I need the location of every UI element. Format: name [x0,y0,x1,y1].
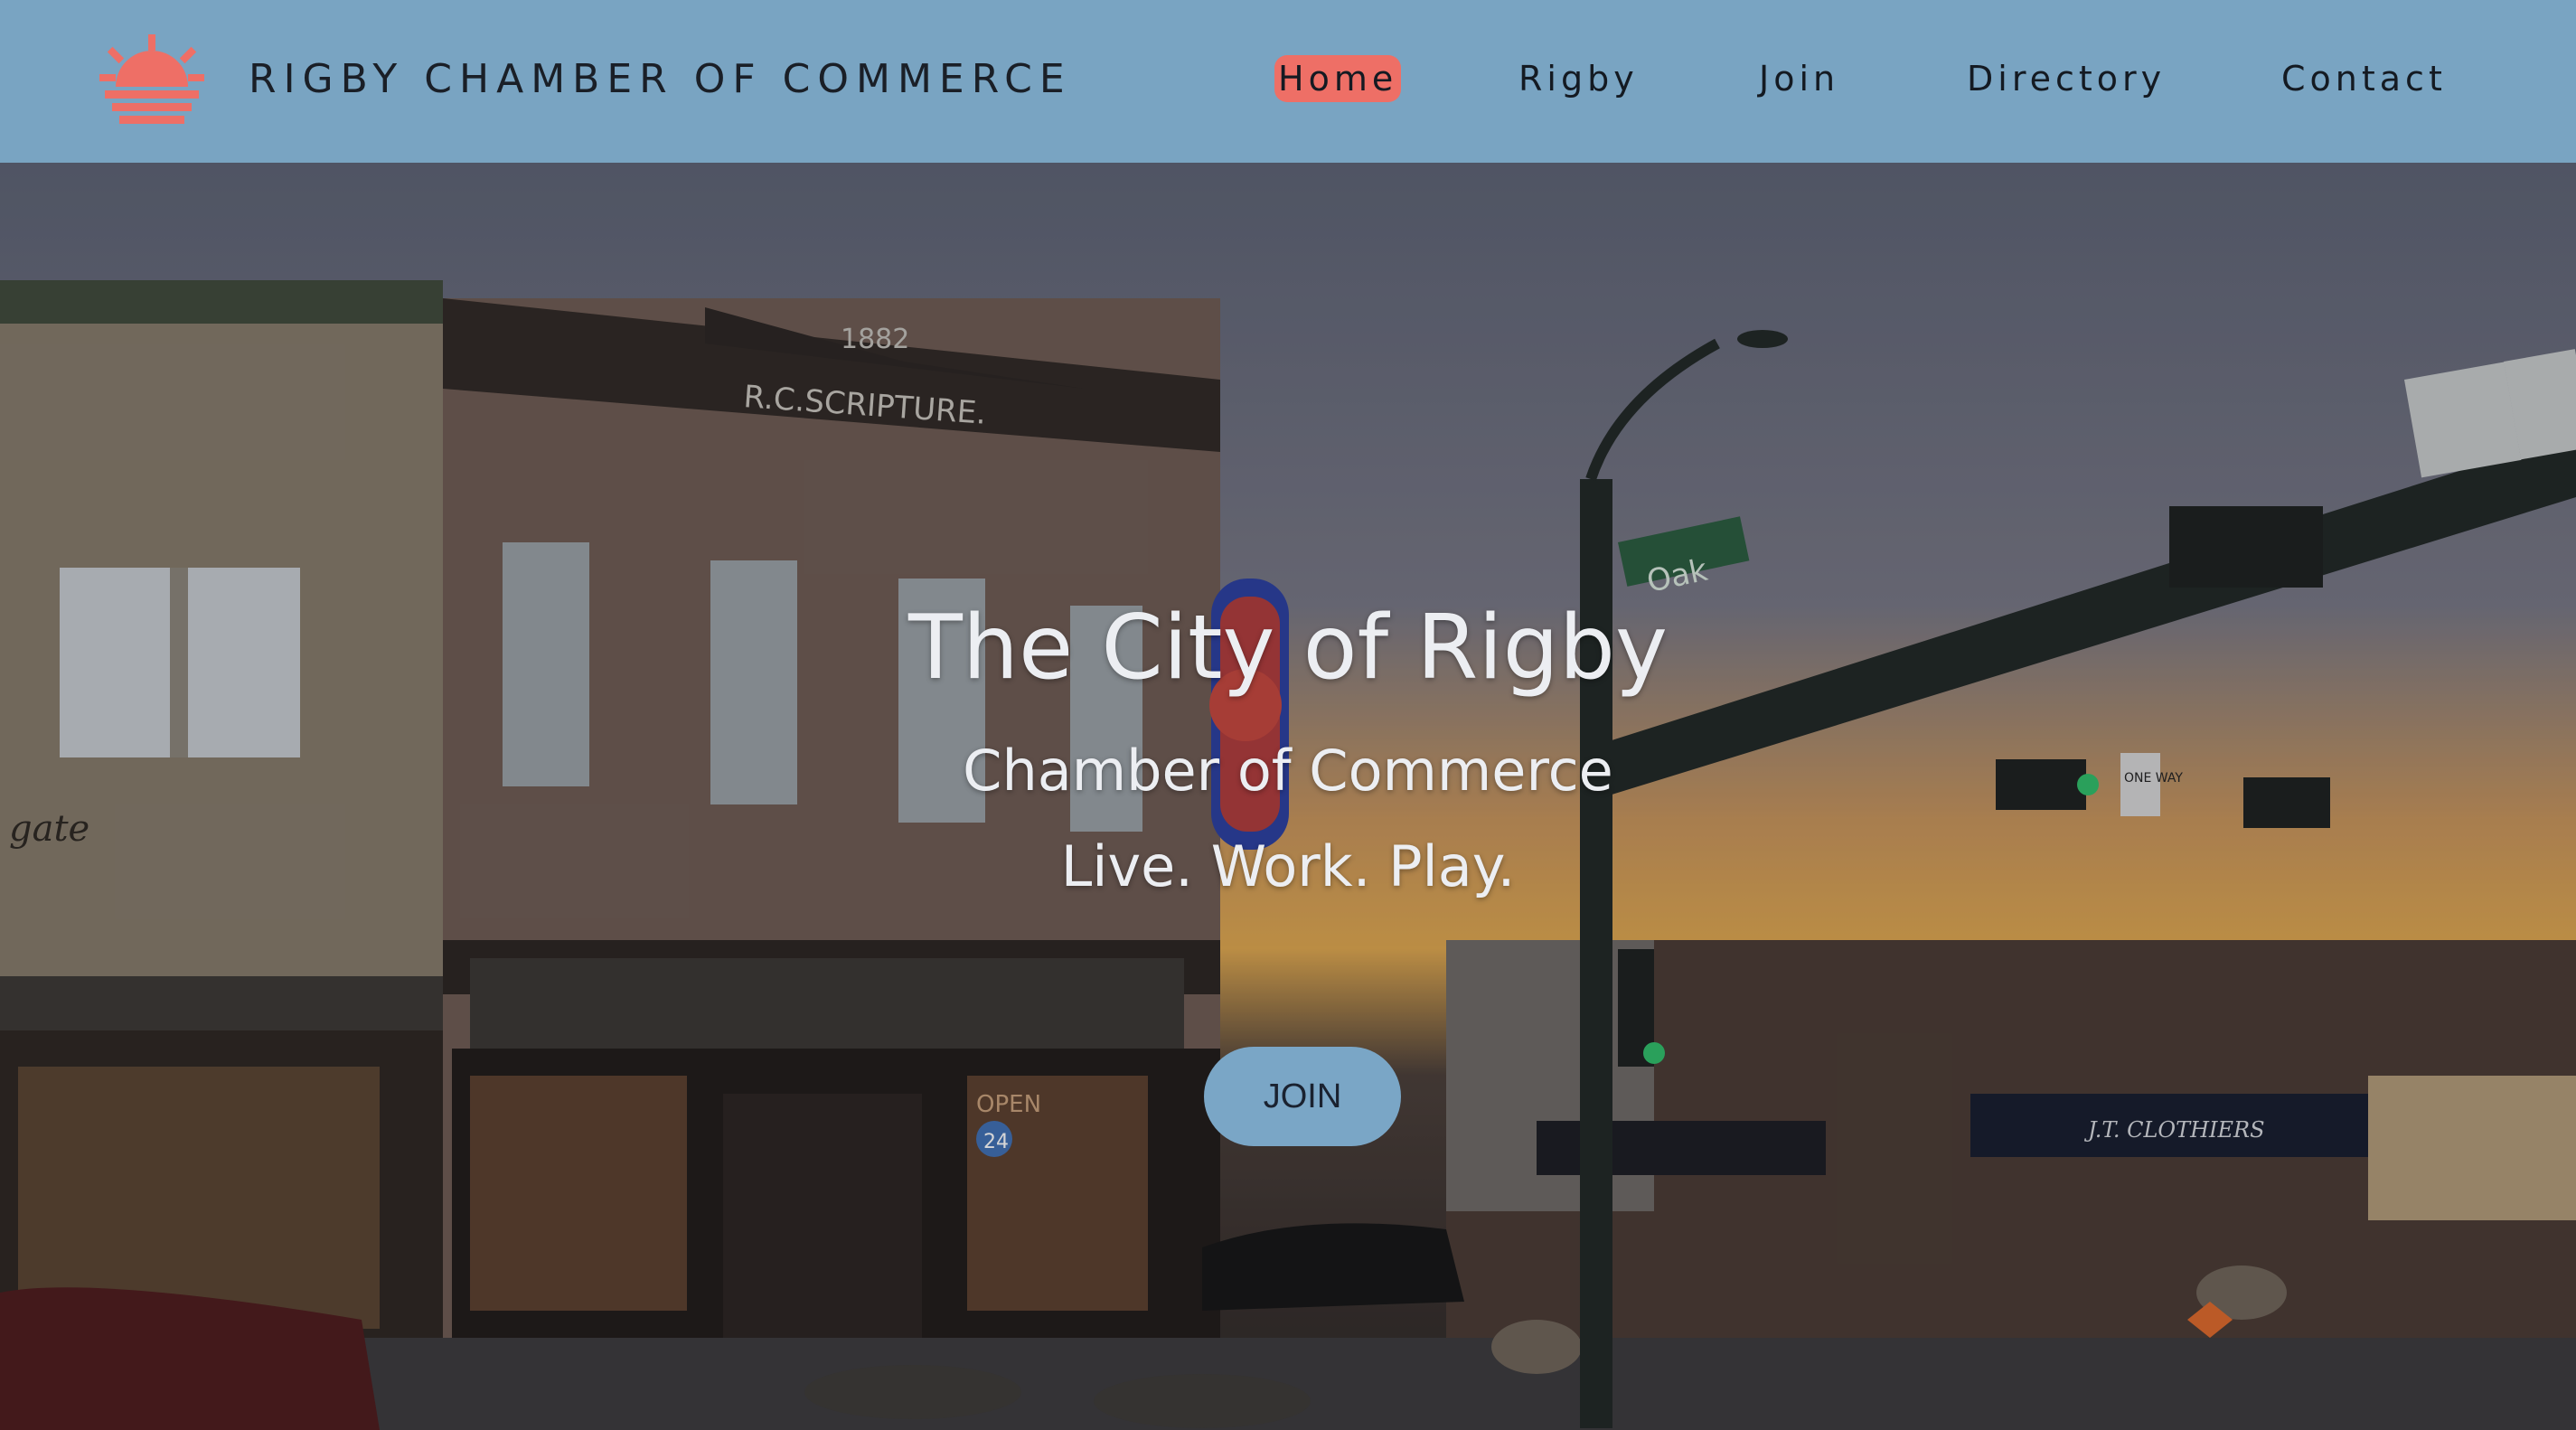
site-header: RIGBY CHAMBER OF COMMERCE Home Rigby Joi… [0,0,2576,163]
nav-home[interactable]: Home [1274,55,1402,102]
nav-contact[interactable]: Contact [2278,55,2450,102]
join-button[interactable]: JOIN [1204,1047,1401,1146]
nav-directory[interactable]: Directory [1963,55,2169,102]
hero-title: The City of Rigby [908,597,1668,700]
nav-rigby[interactable]: Rigby [1515,55,1642,102]
hero-subtitle: Chamber of Commerce [963,738,1613,804]
hero-tagline: Live. Work. Play. [1060,833,1516,899]
main-nav: Home Rigby Join Directory Contact [0,0,2576,163]
nav-join[interactable]: Join [1755,55,1843,102]
hero-section: gate 1882 R.C.SCRIPTURE. OPEN 24 J.T. CL… [0,163,2576,1430]
